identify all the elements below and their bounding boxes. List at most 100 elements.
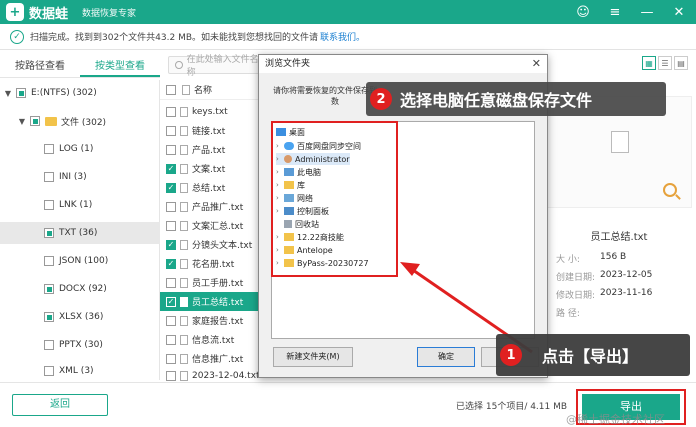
tree-item-drive[interactable]: ▼ E:(NTFS) (302) bbox=[0, 82, 160, 104]
tree-checkbox[interactable] bbox=[44, 284, 54, 294]
file-row[interactable]: ✓ 分镜头文本.txt bbox=[160, 235, 264, 254]
file-row[interactable]: 信息流.txt bbox=[160, 330, 264, 349]
file-row[interactable]: 产品推广.txt bbox=[160, 197, 264, 216]
file-list-header: 名称 bbox=[160, 80, 264, 100]
tree-checkbox[interactable] bbox=[44, 256, 54, 266]
zoom-in-icon[interactable] bbox=[663, 183, 677, 197]
view-toggle: ▦ ☰ ▤ bbox=[642, 56, 688, 70]
new-folder-button[interactable]: 新建文件夹(M) bbox=[273, 347, 353, 367]
feedback-icon[interactable]: ☺ bbox=[574, 3, 592, 21]
file-checkbox[interactable] bbox=[166, 201, 176, 212]
dialog-title: 浏览文件夹 bbox=[259, 55, 547, 73]
file-row[interactable]: 家庭报告.txt bbox=[160, 311, 264, 330]
tree-item-label: DOCX (92) bbox=[59, 284, 107, 294]
tree-item-label: LNK (1) bbox=[59, 200, 93, 210]
tree-checkbox[interactable] bbox=[30, 116, 40, 126]
back-button[interactable]: 返回 bbox=[12, 394, 108, 416]
file-row[interactable]: ✓ 文案.txt bbox=[160, 159, 264, 178]
menu-icon[interactable]: ≡ bbox=[606, 3, 624, 21]
tree-item-files[interactable]: ▼ 文件 (302) bbox=[0, 110, 160, 132]
app-logo-icon: + bbox=[6, 3, 24, 21]
tree-item-json[interactable]: JSON (100) bbox=[0, 250, 160, 272]
file-search-input[interactable]: 在此处输入文件名称 bbox=[168, 55, 264, 78]
file-checkbox[interactable] bbox=[166, 220, 176, 231]
file-row[interactable]: ✓ 总结.txt bbox=[160, 178, 264, 197]
tree-checkbox[interactable] bbox=[44, 172, 54, 182]
dialog-close-icon[interactable]: ✕ bbox=[532, 57, 541, 70]
contact-us-link[interactable]: 联系我们。 bbox=[320, 30, 365, 43]
step-badge-1: 1 bbox=[500, 344, 522, 366]
file-checkbox[interactable] bbox=[166, 106, 176, 117]
file-icon bbox=[180, 125, 188, 136]
file-checkbox[interactable]: ✓ bbox=[166, 163, 176, 174]
file-checkbox[interactable] bbox=[166, 353, 176, 364]
file-checkbox[interactable]: ✓ bbox=[166, 182, 176, 193]
dialog-desc-text: 请你将需要恢复的文件保存到 bbox=[273, 86, 377, 95]
file-checkbox[interactable]: ✓ bbox=[166, 258, 176, 269]
file-row[interactable]: 文案汇总.txt bbox=[160, 216, 264, 235]
grid-view-icon[interactable]: ▦ bbox=[642, 56, 656, 70]
chevron-down-icon[interactable]: ▼ bbox=[4, 89, 12, 98]
tree-item-label: INI (3) bbox=[59, 172, 87, 182]
tree-item-xlsx[interactable]: XLSX (36) bbox=[0, 306, 160, 328]
tree-checkbox[interactable] bbox=[44, 200, 54, 210]
tree-item-pptx[interactable]: PPTX (30) bbox=[0, 334, 160, 356]
minimize-icon[interactable]: — bbox=[638, 3, 656, 21]
tree-item-xml[interactable]: XML (3) bbox=[0, 360, 160, 382]
callout-text-2: 选择电脑任意磁盘保存文件 bbox=[400, 91, 593, 110]
file-name: 信息推广.txt bbox=[192, 355, 244, 365]
callout-text-1: 点击【导出】 bbox=[542, 347, 639, 366]
file-row[interactable]: 员工手册.txt bbox=[160, 273, 264, 292]
tab-by-type[interactable]: 按类型查看 bbox=[80, 56, 160, 77]
select-all-checkbox[interactable] bbox=[166, 84, 176, 95]
type-tree: ▼ E:(NTFS) (302) ▼ 文件 (302) LOG (1) INI … bbox=[0, 80, 160, 380]
preview-path-row: 路 径: bbox=[556, 306, 692, 319]
tree-item-lnk[interactable]: LNK (1) bbox=[0, 194, 160, 216]
file-name: 产品推广.txt bbox=[192, 203, 244, 213]
chevron-down-icon[interactable]: ▼ bbox=[18, 117, 26, 126]
file-checkbox[interactable] bbox=[166, 144, 176, 155]
file-row[interactable]: 链接.txt bbox=[160, 121, 264, 140]
detail-view-icon[interactable]: ▤ bbox=[674, 56, 688, 70]
document-icon bbox=[611, 131, 629, 153]
tree-checkbox[interactable] bbox=[44, 366, 54, 376]
file-row[interactable]: keys.txt bbox=[160, 102, 264, 121]
list-view-icon[interactable]: ☰ bbox=[658, 56, 672, 70]
file-icon bbox=[180, 258, 188, 269]
scan-status-bar: ✓ 扫描完成。找到到302个文件共43.2 MB。如未能找到您想找回的文件请 联… bbox=[0, 24, 696, 50]
file-row[interactable]: 产品.txt bbox=[160, 140, 264, 159]
file-checkbox[interactable] bbox=[166, 125, 176, 136]
file-name: 信息流.txt bbox=[192, 336, 235, 346]
close-icon[interactable]: ✕ bbox=[670, 3, 688, 21]
file-checkbox[interactable] bbox=[166, 277, 176, 288]
tree-item-label: XLSX (36) bbox=[59, 312, 104, 322]
file-checkbox[interactable]: ✓ bbox=[166, 296, 176, 307]
tree-item-txt[interactable]: TXT (36) bbox=[0, 222, 160, 244]
created-value: 2023-12-05 bbox=[600, 270, 653, 280]
file-checkbox[interactable] bbox=[166, 334, 176, 345]
tree-checkbox[interactable] bbox=[44, 312, 54, 322]
tree-item-ini[interactable]: INI (3) bbox=[0, 166, 160, 188]
ok-button[interactable]: 确定 bbox=[417, 347, 475, 367]
modified-value: 2023-11-16 bbox=[600, 288, 653, 298]
tree-item-label: 文件 (302) bbox=[61, 117, 107, 128]
tree-checkbox[interactable] bbox=[44, 340, 54, 350]
file-name: 2023-12-04.txt bbox=[192, 370, 260, 381]
file-row[interactable]: ✓ 花名册.txt bbox=[160, 254, 264, 273]
tree-item-log[interactable]: LOG (1) bbox=[0, 138, 160, 160]
tree-item-docx[interactable]: DOCX (92) bbox=[0, 278, 160, 300]
file-row-selected[interactable]: ✓ 员工总结.txt bbox=[160, 292, 264, 311]
tree-checkbox[interactable] bbox=[44, 228, 54, 238]
tree-checkbox[interactable] bbox=[16, 88, 26, 98]
tree-item-label: JSON (100) bbox=[59, 256, 109, 266]
tree-checkbox[interactable] bbox=[44, 144, 54, 154]
file-name: 员工总结.txt bbox=[192, 298, 244, 308]
file-checkbox[interactable] bbox=[166, 370, 176, 381]
file-checkbox[interactable] bbox=[166, 315, 176, 326]
preview-created-row: 创建日期: 2023-12-05 bbox=[556, 270, 692, 283]
file-name: 员工手册.txt bbox=[192, 279, 244, 289]
tab-by-path[interactable]: 按路径查看 bbox=[0, 56, 80, 77]
path-label: 路 径: bbox=[556, 309, 580, 319]
column-name-header[interactable]: 名称 bbox=[194, 83, 212, 96]
file-checkbox[interactable]: ✓ bbox=[166, 239, 176, 250]
